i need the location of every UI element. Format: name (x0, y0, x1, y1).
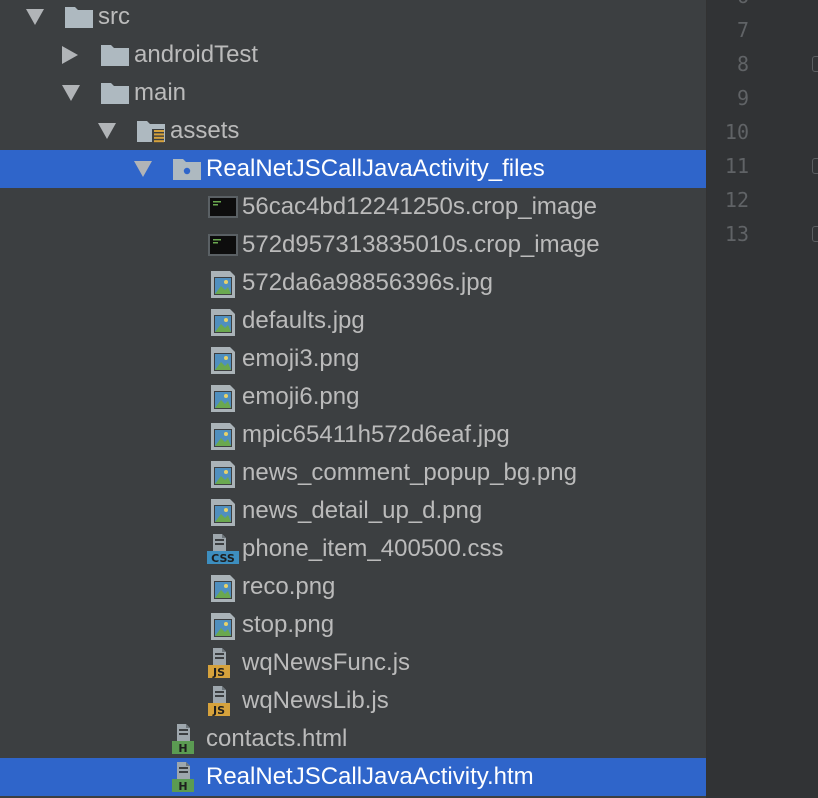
tree-item-label: news_comment_popup_bg.png (242, 459, 577, 486)
tree-item[interactable]: emoji6.png (0, 378, 706, 416)
tree-item-label: 56cac4bd12241250s.crop_image (242, 193, 597, 220)
tree-item[interactable]: assets (0, 112, 706, 150)
js-file-icon: JS (206, 685, 240, 717)
image-file-icon (206, 381, 240, 413)
tree-item-label: main (134, 79, 187, 106)
line-number: 7 (736, 18, 749, 42)
resources-folder-icon (134, 115, 168, 147)
tree-item-label: androidTest (134, 41, 259, 68)
image-file-icon (206, 419, 240, 451)
tree-item-label: emoji3.png (242, 345, 360, 372)
line-number: 8 (736, 52, 749, 76)
binary-file-icon (206, 229, 240, 261)
image-file-icon (206, 267, 240, 299)
tree-item[interactable]: RealNetJSCallJavaActivity_files (0, 150, 706, 188)
tree-item[interactable]: 56cac4bd12241250s.crop_image (0, 188, 706, 226)
tree-item-label: RealNetJSCallJavaActivity_files (206, 155, 545, 182)
tree-item-label: mpic65411h572d6eaf.jpg (242, 421, 510, 448)
tree-item[interactable]: news_detail_up_d.png (0, 492, 706, 530)
image-file-icon (206, 571, 240, 603)
image-file-icon (206, 457, 240, 489)
tree-item[interactable]: androidTest (0, 36, 706, 74)
tree-item-label: phone_item_400500.css (242, 535, 504, 562)
tree-item-label: reco.png (242, 573, 336, 600)
binary-file-icon (206, 191, 240, 223)
tree-item[interactable]: main (0, 74, 706, 112)
tree-item[interactable]: 572da6a98856396s.jpg (0, 264, 706, 302)
tree-item-label: emoji6.png (242, 383, 360, 410)
tree-item[interactable]: stop.png (0, 606, 706, 644)
svg-text:JS: JS (212, 704, 225, 717)
folder-icon (98, 39, 132, 71)
folder-icon (62, 1, 96, 33)
tree-item[interactable]: H RealNetJSCallJavaActivity.htm (0, 758, 706, 796)
tree-item[interactable]: Hcontacts.html (0, 720, 706, 758)
tree-item-label: 572d957313835010s.crop_image (242, 231, 600, 258)
svg-text:CSS: CSS (211, 552, 235, 565)
package-folder-icon (170, 153, 204, 185)
line-number: 11 (724, 154, 749, 178)
svg-text:JS: JS (212, 666, 225, 679)
expand-arrow-icon[interactable] (62, 46, 78, 64)
tree-item-label: 572da6a98856396s.jpg (242, 269, 493, 296)
image-file-icon (206, 609, 240, 641)
ide-window: src androidTest main assets RealNetJSCallJav… (0, 0, 818, 798)
image-file-icon (206, 495, 240, 527)
tree-item-label: src (98, 3, 130, 30)
html-file-icon: H (170, 723, 204, 755)
css-file-icon: CSS (206, 533, 240, 565)
tree-item[interactable]: JS wqNewsFunc.js (0, 644, 706, 682)
tree-item[interactable]: emoji3.png (0, 340, 706, 378)
folder-icon (98, 77, 132, 109)
project-tree-panel[interactable]: src androidTest main assets RealNetJSCallJav… (0, 0, 706, 798)
collapse-arrow-icon[interactable] (26, 9, 44, 25)
tree-item-label: RealNetJSCallJavaActivity.htm (206, 763, 534, 790)
tree-item-label: news_detail_up_d.png (242, 497, 483, 524)
line-number: 9 (736, 86, 749, 110)
tree-item-label: contacts.html (206, 725, 348, 752)
tree-item[interactable]: JS wqNewsLib.js (0, 682, 706, 720)
svg-text:H: H (178, 742, 187, 755)
line-number: 10 (724, 120, 749, 144)
js-file-icon: JS (206, 647, 240, 679)
collapse-arrow-icon[interactable] (98, 123, 116, 139)
tree-item[interactable]: src (0, 0, 706, 36)
tree-item-label: wqNewsFunc.js (242, 649, 411, 676)
html-file-icon: H (170, 761, 204, 793)
fold-marker-icon[interactable] (812, 56, 818, 72)
tree-item[interactable]: mpic65411h572d6eaf.jpg (0, 416, 706, 454)
tree-item[interactable]: defaults.jpg (0, 302, 706, 340)
tree-item-label: wqNewsLib.js (242, 687, 389, 714)
image-file-icon (206, 343, 240, 375)
collapse-arrow-icon[interactable] (134, 161, 152, 177)
svg-text:H: H (178, 780, 187, 793)
line-number: 6 (707, 0, 749, 8)
collapse-arrow-icon[interactable] (62, 85, 80, 101)
tree-item-label: stop.png (242, 611, 335, 638)
tree-item-label: assets (170, 117, 240, 144)
tree-item[interactable]: news_comment_popup_bg.png (0, 454, 706, 492)
tree-item[interactable]: reco.png (0, 568, 706, 606)
image-file-icon (206, 305, 240, 337)
line-number: 12 (724, 188, 749, 212)
fold-marker-icon[interactable] (812, 158, 818, 174)
tree-item[interactable]: 572d957313835010s.crop_image (0, 226, 706, 264)
tree-item-label: defaults.jpg (242, 307, 365, 334)
fold-marker-icon[interactable] (812, 226, 818, 242)
tree-item[interactable]: CSS phone_item_400500.css (0, 530, 706, 568)
line-number: 13 (724, 222, 749, 246)
